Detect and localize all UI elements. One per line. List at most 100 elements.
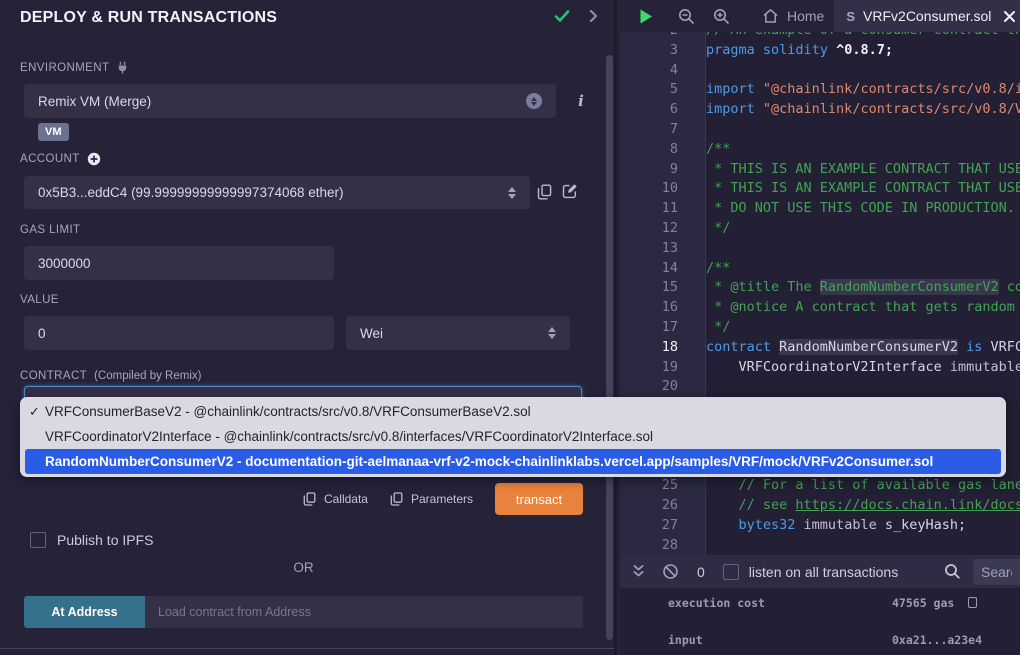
code-line[interactable]: 20 [620, 377, 1020, 397]
contract-dropdown-item[interactable]: VRFCoordinatorV2Interface - @chainlink/c… [20, 424, 1006, 449]
code-line[interactable]: 13 [620, 239, 1020, 259]
edit-account-icon[interactable] [562, 183, 578, 199]
code-line[interactable]: 12 */ [620, 219, 1020, 239]
publish-label: Publish to IPFS [57, 532, 154, 548]
transaction-count-badge: 0 [697, 564, 705, 580]
close-icon[interactable] [1003, 10, 1016, 23]
terminal-row-key: execution cost [668, 596, 892, 610]
line-number: 18 [620, 338, 678, 358]
code-line[interactable]: 14/** [620, 259, 1020, 279]
terminal-output: execution cost47565 gasinput0xa21...a23e… [620, 588, 1020, 655]
code-line[interactable]: 18contract RandomNumberConsumerV2 is VRF… [620, 338, 1020, 358]
line-number: 6 [620, 100, 678, 120]
line-number: 13 [620, 239, 678, 259]
copy-icon [390, 492, 403, 506]
panel-scrollbar[interactable] [606, 55, 613, 640]
line-number: 17 [620, 318, 678, 338]
code-line[interactable]: 26 // see https://docs.chain.link/docs/ [620, 496, 1020, 516]
play-icon[interactable] [638, 8, 654, 25]
line-number: 10 [620, 179, 678, 199]
code-line[interactable]: 3pragma solidity ^0.8.7; [620, 41, 1020, 61]
transact-button[interactable]: transact [495, 483, 583, 515]
home-icon [762, 8, 779, 24]
listen-checkbox[interactable] [723, 564, 739, 580]
code-line[interactable]: 9 * THIS IS AN EXAMPLE CONTRACT THAT USE… [620, 160, 1020, 180]
code-line[interactable]: 2// An example of a consumer contract th [620, 32, 1020, 41]
code-line[interactable]: 27 bytes32 immutable s_keyHash; [620, 516, 1020, 536]
tab-vrfv2consumer[interactable]: S VRFv2Consumer.sol [834, 0, 1020, 32]
code-line[interactable]: 16 * @notice A contract that gets random… [620, 298, 1020, 318]
panel-title: DEPLOY & RUN TRANSACTIONS [20, 9, 277, 27]
copy-icon [303, 492, 316, 506]
code-line[interactable]: 4 [620, 61, 1020, 81]
vm-badge: VM [38, 123, 69, 141]
copy-icon[interactable] [968, 597, 977, 608]
clear-console-icon[interactable] [662, 563, 679, 580]
account-value: 0x5B3...eddC4 (99.99999999999997374068 e… [38, 185, 344, 200]
calldata-button[interactable]: Calldata [303, 492, 368, 506]
contract-dropdown-list: ✓VRFConsumerBaseV2 - @chainlink/contract… [20, 397, 1006, 477]
environment-select[interactable]: Remix VM (Merge) [24, 84, 556, 118]
line-number: 16 [620, 298, 678, 318]
value-unit-select[interactable]: Wei [346, 316, 570, 350]
code-line[interactable]: 11 * DO NOT USE THIS CODE IN PRODUCTION. [620, 199, 1020, 219]
editor-pane: Home S VRFv2Consumer.sol 2// An example … [620, 0, 1020, 655]
line-number: 4 [620, 61, 678, 81]
at-address-row: At Address [24, 596, 583, 628]
copy-account-icon[interactable] [537, 184, 552, 200]
value-amount: 0 [38, 326, 46, 341]
code-line[interactable]: 8/** [620, 140, 1020, 160]
code-line[interactable]: 19 VRFCoordinatorV2Interface immutable [620, 358, 1020, 378]
double-chevron-down-icon[interactable] [632, 564, 645, 579]
line-number: 8 [620, 140, 678, 160]
zoom-out-icon[interactable] [678, 8, 695, 25]
solidity-icon: S [846, 9, 855, 24]
info-icon[interactable]: i [574, 92, 588, 110]
search-icon [944, 563, 961, 580]
contract-dropdown-item[interactable]: RandomNumberConsumerV2 - documentation-g… [25, 449, 1001, 474]
line-number: 7 [620, 120, 678, 140]
terminal-toolbar: 0 listen on all transactions [620, 555, 1020, 588]
terminal-row: execution cost47565 gas [668, 596, 1020, 610]
code-line[interactable]: 17 */ [620, 318, 1020, 338]
deploy-action-row: Calldata Parameters transact [24, 483, 583, 515]
publish-checkbox[interactable] [30, 532, 46, 548]
code-line[interactable]: 28 [620, 536, 1020, 555]
plus-icon[interactable] [87, 152, 101, 166]
editor-tabbar: Home S VRFv2Consumer.sol [620, 0, 1020, 32]
parameters-button[interactable]: Parameters [390, 492, 473, 506]
at-address-button[interactable]: At Address [24, 596, 145, 628]
contract-dropdown-item[interactable]: ✓VRFConsumerBaseV2 - @chainlink/contract… [20, 399, 1006, 424]
code-line[interactable]: 6import "@chainlink/contracts/src/v0.8/V… [620, 100, 1020, 120]
home-tab-label: Home [787, 8, 824, 24]
line-number: 12 [620, 219, 678, 239]
check-icon: ✓ [29, 404, 45, 420]
code-line[interactable]: 25 // For a list of available gas lanes [620, 476, 1020, 496]
line-number: 20 [620, 377, 678, 397]
terminal-search-input[interactable] [973, 559, 1020, 585]
zoom-in-icon[interactable] [713, 8, 730, 25]
line-number: 19 [620, 358, 678, 378]
tab-home[interactable]: Home [752, 0, 834, 32]
panel-header: DEPLOY & RUN TRANSACTIONS [0, 0, 614, 40]
code-line[interactable]: 15 * @title The RandomNumberConsumerV2 c… [620, 278, 1020, 298]
listen-label: listen on all transactions [749, 564, 898, 580]
value-label: VALUE [20, 294, 59, 306]
listen-row: listen on all transactions [723, 564, 898, 580]
line-number: 14 [620, 259, 678, 279]
code-line[interactable]: 10 * THIS IS AN EXAMPLE CONTRACT THAT US… [620, 179, 1020, 199]
parameters-label: Parameters [411, 492, 473, 506]
gas-limit-value: 3000000 [38, 256, 91, 271]
at-address-input[interactable] [145, 596, 583, 628]
terminal-row-value: 0xa21...a23e4 [892, 633, 982, 647]
gas-limit-input[interactable]: 3000000 [24, 246, 334, 280]
panel-divider [0, 648, 614, 649]
account-select[interactable]: 0x5B3...eddC4 (99.99999999999997374068 e… [24, 176, 530, 209]
value-input[interactable]: 0 [24, 316, 334, 350]
code-line[interactable]: 5import "@chainlink/contracts/src/v0.8/i… [620, 80, 1020, 100]
code-line[interactable]: 7 [620, 120, 1020, 140]
publish-to-ipfs-row: Publish to IPFS [30, 532, 154, 548]
line-number: 25 [620, 476, 678, 496]
value-unit: Wei [360, 326, 383, 341]
chevron-right-icon[interactable] [586, 7, 600, 25]
